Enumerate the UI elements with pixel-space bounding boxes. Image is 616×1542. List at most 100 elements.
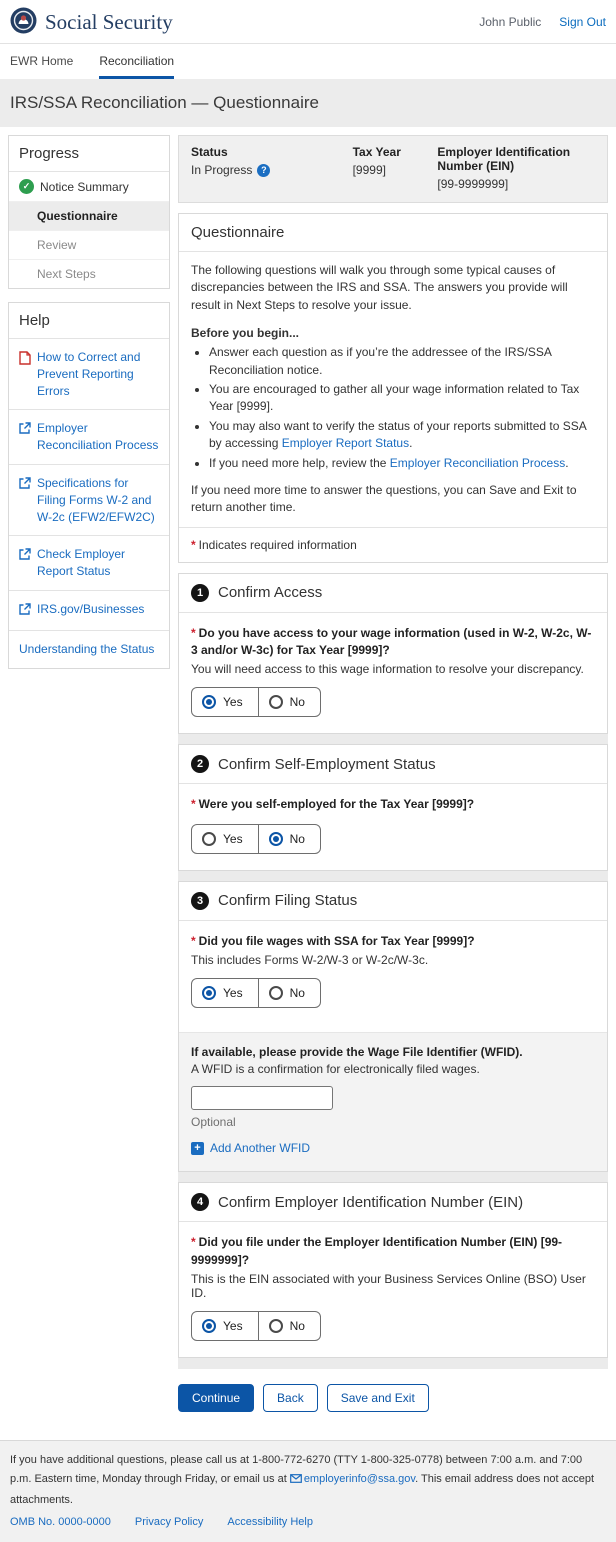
nav-ewr-home[interactable]: EWR Home — [10, 54, 73, 79]
intro-bullet: If you need more help, review the Employ… — [209, 455, 595, 472]
progress-item-review: Review — [9, 231, 169, 260]
status-bar: Status In Progress Tax Year [9999] Emplo… — [178, 135, 608, 203]
q2-no-radio[interactable]: No — [258, 825, 320, 853]
help-link-label: Check Employer Report Status — [37, 546, 159, 580]
save-and-exit-button[interactable]: Save and Exit — [327, 1384, 429, 1412]
radio-label: No — [290, 1319, 305, 1333]
progress-item-notice-summary[interactable]: Notice Summary — [9, 172, 169, 202]
question-section-title: Confirm Self-Employment Status — [218, 756, 436, 773]
sidebar: Progress Notice Summary Questionnaire Re… — [8, 135, 170, 669]
app-header: Social Security John Public Sign Out — [0, 0, 616, 44]
email-link[interactable]: employerinfo@ssa.gov — [304, 1473, 415, 1485]
footer-contact-text: If you have additional questions, please… — [10, 1451, 606, 1510]
help-link-label: How to Correct and Prevent Reporting Err… — [37, 349, 159, 399]
help-link-reporting-errors[interactable]: How to Correct and Prevent Reporting Err… — [9, 339, 169, 410]
help-link-irs-gov[interactable]: IRS.gov/Businesses — [9, 591, 169, 631]
continue-button[interactable]: Continue — [178, 1384, 254, 1412]
question-card-confirm-access: 1 Confirm Access *Do you have access to … — [178, 573, 608, 735]
back-button[interactable]: Back — [263, 1384, 318, 1412]
required-asterisk: * — [191, 934, 196, 948]
required-asterisk: * — [191, 1235, 196, 1249]
q3-radio-group: Yes No — [191, 978, 321, 1008]
q3-no-radio[interactable]: No — [258, 979, 320, 1007]
tax-year-value: [9999] — [353, 163, 438, 177]
status-help-icon[interactable] — [257, 164, 270, 177]
question-section-title: Confirm Access — [218, 584, 322, 601]
progress-item-label: Review — [37, 238, 76, 252]
help-link-label: Employer Reconciliation Process — [37, 420, 159, 454]
required-note: Indicates required information — [199, 538, 357, 552]
external-link-icon — [19, 475, 31, 525]
brand-name: Social Security — [45, 10, 173, 35]
required-asterisk: * — [191, 626, 196, 640]
help-title: Help — [9, 303, 169, 339]
q2-radio-group: Yes No — [191, 824, 321, 854]
help-link-employer-report-status[interactable]: Check Employer Report Status — [9, 536, 169, 591]
q1-no-radio[interactable]: No — [258, 688, 320, 716]
q4-radio-group: Yes No — [191, 1311, 321, 1341]
intro-bullet-list: Answer each question as if you’re the ad… — [209, 344, 595, 472]
omb-number-link[interactable]: OMB No. 0000-0000 — [10, 1513, 111, 1532]
main-content: Status In Progress Tax Year [9999] Emplo… — [178, 135, 608, 1432]
progress-item-label: Notice Summary — [40, 180, 129, 194]
question-text: Did you file wages with SSA for Tax Year… — [199, 934, 475, 948]
add-wfid-label: Add Another WFID — [210, 1141, 310, 1155]
pdf-icon — [19, 349, 31, 399]
wfid-input[interactable] — [191, 1086, 333, 1110]
ein-value: [99-9999999] — [437, 177, 595, 191]
question-hint: You will need access to this wage inform… — [191, 662, 595, 676]
page-title-band: IRS/SSA Reconciliation — Questionnaire — [0, 79, 616, 127]
before-you-begin-heading: Before you begin... — [191, 326, 595, 340]
privacy-policy-link[interactable]: Privacy Policy — [135, 1513, 203, 1532]
wfid-hint: A WFID is a confirmation for electronica… — [191, 1062, 595, 1076]
progress-item-label: Questionnaire — [37, 209, 118, 223]
status-label: Status — [191, 145, 353, 159]
help-link-label: Understanding the Status — [19, 641, 154, 658]
add-another-wfid-link[interactable]: Add Another WFID — [191, 1141, 595, 1155]
envelope-icon — [290, 1474, 302, 1486]
question-section-title: Confirm Filing Status — [218, 892, 357, 909]
questionnaire-heading: Questionnaire — [179, 214, 607, 251]
user-name: John Public — [479, 15, 541, 29]
status-value: In Progress — [191, 163, 252, 177]
step-number-badge: 1 — [191, 584, 209, 602]
intro-bullet: You may also want to verify the status o… — [209, 418, 595, 453]
accessibility-help-link[interactable]: Accessibility Help — [227, 1513, 313, 1532]
q2-yes-radio[interactable]: Yes — [192, 825, 258, 853]
radio-label: No — [290, 986, 305, 1000]
radio-icon — [269, 986, 283, 1000]
radio-icon — [202, 832, 216, 846]
radio-icon — [202, 695, 216, 709]
progress-item-next-steps: Next Steps — [9, 260, 169, 288]
employer-report-status-link[interactable]: Employer Report Status — [282, 436, 409, 450]
questionnaire-intro-card: Questionnaire The following questions wi… — [178, 213, 608, 563]
q1-yes-radio[interactable]: Yes — [192, 688, 258, 716]
help-link-understanding-status[interactable]: Understanding the Status — [9, 631, 169, 668]
page-footer: If you have additional questions, please… — [0, 1440, 616, 1542]
questions-container: 1 Confirm Access *Do you have access to … — [178, 573, 608, 1369]
radio-icon — [269, 1319, 283, 1333]
radio-label: No — [290, 695, 305, 709]
radio-label: No — [290, 832, 305, 846]
ein-label: Employer Identification Number (EIN) — [437, 145, 595, 173]
radio-label: Yes — [223, 832, 243, 846]
nav-reconciliation[interactable]: Reconciliation — [99, 54, 174, 79]
progress-item-questionnaire[interactable]: Questionnaire — [9, 202, 169, 231]
question-card-confirm-ein: 4 Confirm Employer Identification Number… — [178, 1182, 608, 1358]
question-hint: This includes Forms W-2/W-3 or W-2c/W-3c… — [191, 953, 595, 967]
wfid-label: If available, please provide the Wage Fi… — [191, 1045, 595, 1059]
help-link-specifications[interactable]: Specifications for Filing Forms W-2 and … — [9, 465, 169, 536]
progress-item-label: Next Steps — [37, 267, 96, 281]
q4-no-radio[interactable]: No — [258, 1312, 320, 1340]
q3-yes-radio[interactable]: Yes — [192, 979, 258, 1007]
intro-bullet: You are encouraged to gather all your wa… — [209, 381, 595, 416]
question-hint: This is the EIN associated with your Bus… — [191, 1272, 595, 1300]
intro-paragraph: The following questions will walk you th… — [191, 262, 595, 314]
q4-yes-radio[interactable]: Yes — [192, 1312, 258, 1340]
sign-out-link[interactable]: Sign Out — [559, 15, 606, 29]
help-link-label: Specifications for Filing Forms W-2 and … — [37, 475, 159, 525]
q1-radio-group: Yes No — [191, 687, 321, 717]
employer-reconciliation-process-link[interactable]: Employer Reconciliation Process — [390, 456, 565, 470]
help-link-reconciliation-process[interactable]: Employer Reconciliation Process — [9, 410, 169, 465]
question-text: Were you self-employed for the Tax Year … — [199, 797, 474, 811]
